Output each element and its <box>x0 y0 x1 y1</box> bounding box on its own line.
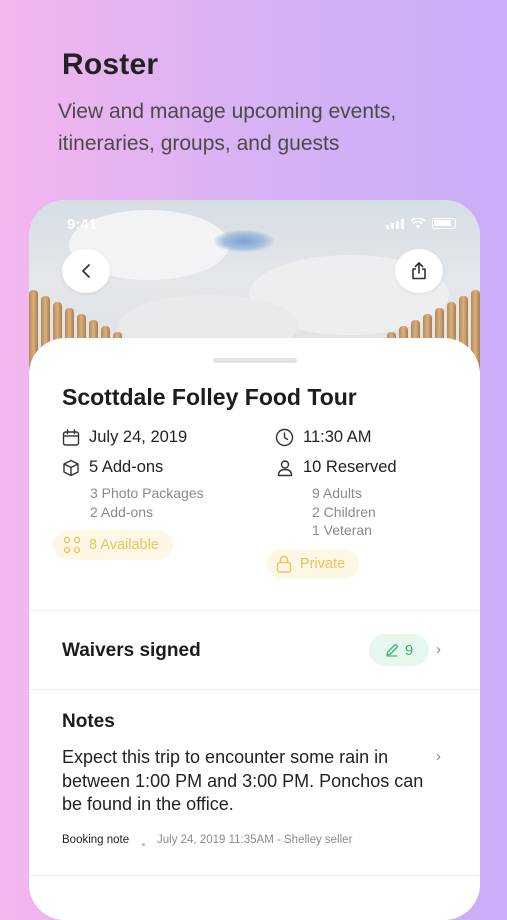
addons-row: 5 Add-ons <box>62 458 163 477</box>
wifi-icon <box>410 218 426 229</box>
event-date-row: July 24, 2019 <box>62 428 187 447</box>
event-time-row: 11:30 AM <box>275 428 372 447</box>
lock-icon <box>276 555 292 573</box>
reserved-details: 9 Adults 2 Children 1 Veteran <box>312 484 376 540</box>
event-title: Scottdale Folley Food Tour <box>62 384 357 410</box>
headline: Roster <box>62 48 159 81</box>
calendar-icon <box>62 428 80 446</box>
clock-icon <box>275 428 294 447</box>
reserved-detail-item: 9 Adults <box>312 485 362 501</box>
drag-handle[interactable] <box>213 358 297 363</box>
back-button[interactable] <box>62 249 110 293</box>
private-label: Private <box>300 556 346 572</box>
available-pill[interactable]: 8 Available <box>53 530 173 560</box>
phone-frame: 9:41 Scottdale Folley Food Tour July 24,… <box>29 200 480 920</box>
battery-icon <box>432 218 456 229</box>
note-meta: July 24, 2019 11:35AM - Shelley seller <box>157 834 353 846</box>
addons-detail-item: 3 Photo Packages <box>90 485 204 501</box>
notes-title: Notes <box>62 711 115 732</box>
reserved-detail-item: 1 Veteran <box>312 522 372 538</box>
status-icons <box>386 218 456 229</box>
divider <box>29 610 480 611</box>
grid-dots-icon <box>63 536 81 554</box>
divider <box>29 689 480 690</box>
event-time: 11:30 AM <box>303 428 372 446</box>
divider <box>29 875 480 876</box>
separator-dot <box>142 843 145 846</box>
back-arrow-icon <box>82 264 90 278</box>
signal-icon <box>386 219 404 229</box>
box-icon <box>63 459 79 476</box>
reserved-label: 10 Reserved <box>303 458 397 476</box>
person-icon <box>277 459 293 476</box>
reserved-detail-item: 2 Children <box>312 503 376 520</box>
event-date: July 24, 2019 <box>89 428 188 446</box>
waivers-count-badge[interactable]: 9 <box>369 634 429 666</box>
share-icon <box>412 262 426 280</box>
subheadline: View and manage upcoming events, itinera… <box>58 100 397 155</box>
event-detail-sheet: Scottdale Folley Food Tour July 24, 2019… <box>29 338 480 920</box>
addons-detail-item: 2 Add-ons <box>90 503 154 520</box>
addons-label: 5 Add-ons <box>89 458 164 476</box>
waivers-label[interactable]: Waivers signed <box>62 640 201 662</box>
reserved-row: 10 Reserved <box>276 458 397 477</box>
chevron-right-icon[interactable]: › <box>436 748 441 765</box>
share-button[interactable] <box>395 249 443 293</box>
available-label: 8 Available <box>89 537 159 553</box>
private-pill[interactable]: Private <box>266 549 360 579</box>
status-time: 9:41 <box>67 216 98 233</box>
addons-details: 3 Photo Packages 2 Add-ons <box>90 484 204 521</box>
waivers-count: 9 <box>404 641 414 659</box>
pencil-icon <box>386 644 398 657</box>
note-body[interactable]: Expect this trip to encounter some rain … <box>62 746 432 817</box>
note-type-label: Booking note <box>62 834 130 846</box>
chevron-right-icon[interactable]: › <box>436 641 441 658</box>
